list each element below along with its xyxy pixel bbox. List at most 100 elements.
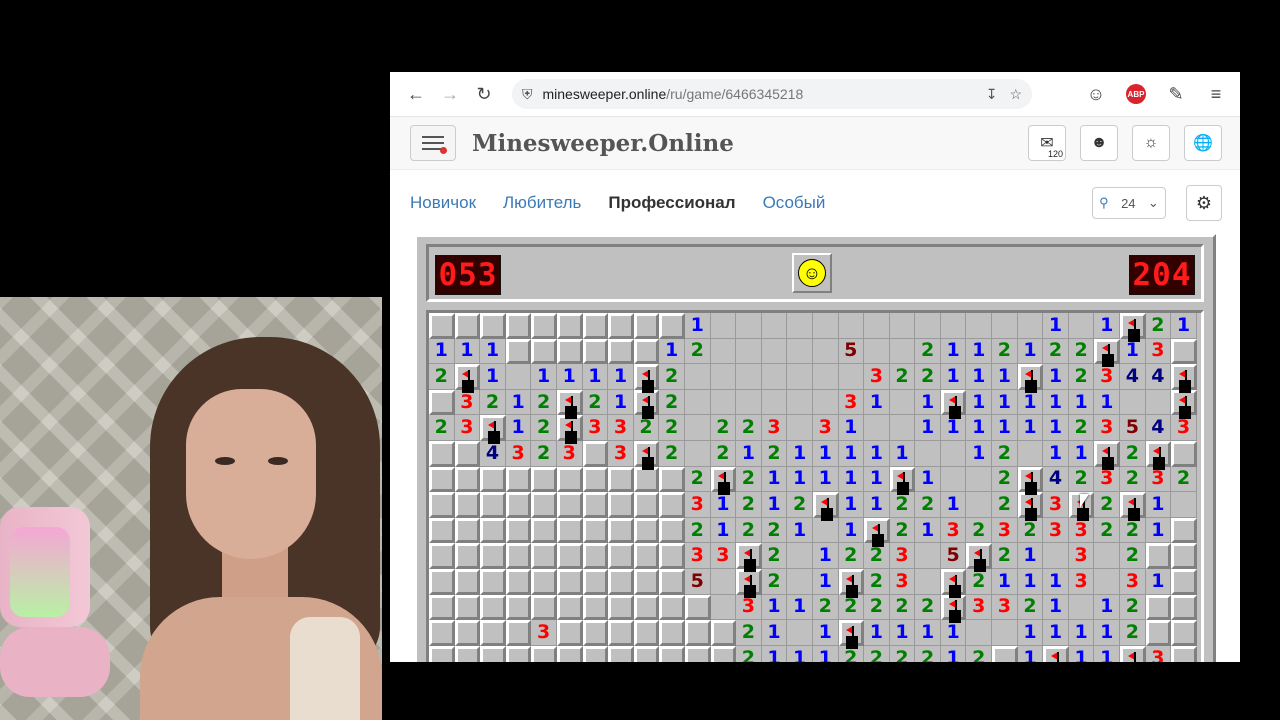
cell-number[interactable]: 5 <box>838 338 865 365</box>
cell-number[interactable]: 2 <box>864 568 890 595</box>
cell-open[interactable] <box>812 517 839 544</box>
cell-hidden[interactable] <box>633 620 660 646</box>
cell-open[interactable] <box>787 338 813 365</box>
cell-hidden[interactable] <box>454 543 481 569</box>
cell-number[interactable]: 1 <box>582 364 609 390</box>
cell-number[interactable]: 2 <box>1120 620 1146 646</box>
cell-number[interactable]: 1 <box>531 364 557 390</box>
cell-open[interactable] <box>812 389 839 416</box>
cell-number[interactable]: 1 <box>812 568 839 595</box>
cell-hidden[interactable] <box>556 313 583 339</box>
cell-number[interactable]: 3 <box>582 415 609 441</box>
cell-number[interactable]: 2 <box>710 440 737 467</box>
star-icon[interactable]: ☆ <box>1009 86 1022 103</box>
download-icon[interactable]: ↧ <box>986 86 998 103</box>
cell-number[interactable]: 2 <box>915 492 941 518</box>
cell-number[interactable]: 2 <box>992 492 1018 518</box>
cell-number[interactable]: 1 <box>915 466 941 493</box>
cell-open[interactable] <box>787 313 813 339</box>
cell-hidden[interactable] <box>684 645 711 662</box>
cell-open[interactable] <box>812 364 839 390</box>
cell-hidden[interactable] <box>556 568 583 595</box>
cell-hidden[interactable] <box>1171 594 1197 621</box>
cell-number[interactable]: 3 <box>812 415 839 441</box>
cell-flagged[interactable] <box>736 543 762 569</box>
cell-open[interactable] <box>684 415 711 441</box>
cell-number[interactable]: 3 <box>1043 517 1069 544</box>
cell-hidden[interactable] <box>710 620 737 646</box>
cell-number[interactable]: 1 <box>429 338 455 365</box>
cell-number[interactable]: 2 <box>889 492 916 518</box>
cell-number[interactable]: 1 <box>864 492 890 518</box>
cell-hidden[interactable] <box>1145 620 1172 646</box>
cell-number[interactable]: 1 <box>505 415 532 441</box>
cell-number[interactable]: 3 <box>889 543 916 569</box>
cell-open[interactable] <box>940 313 967 339</box>
cell-number[interactable]: 2 <box>966 517 993 544</box>
extensions-icon[interactable]: ✎ <box>1160 78 1192 110</box>
cell-hidden[interactable] <box>454 517 481 544</box>
cell-hidden[interactable] <box>608 517 634 544</box>
cell-number[interactable]: 2 <box>889 645 916 662</box>
cell-number[interactable]: 2 <box>1094 492 1121 518</box>
cell-number[interactable]: 1 <box>966 389 993 416</box>
cell-hidden[interactable] <box>454 645 481 662</box>
cell-number[interactable]: 1 <box>915 415 941 441</box>
cell-number[interactable]: 1 <box>1043 568 1069 595</box>
cell-hidden[interactable] <box>505 568 532 595</box>
cell-flagged[interactable] <box>940 594 967 621</box>
cell-hidden[interactable] <box>429 543 455 569</box>
cell-open[interactable] <box>787 364 813 390</box>
cell-number[interactable]: 3 <box>684 492 711 518</box>
cell-number[interactable]: 2 <box>992 466 1018 493</box>
cell-hidden[interactable] <box>684 620 711 646</box>
cell-hidden[interactable] <box>505 594 532 621</box>
cell-number[interactable]: 3 <box>1094 364 1121 390</box>
cell-open[interactable] <box>761 313 788 339</box>
cell-hidden[interactable] <box>608 338 634 365</box>
cell-hidden[interactable] <box>659 645 685 662</box>
cell-number[interactable]: 2 <box>1068 364 1095 390</box>
cell-number[interactable]: 3 <box>1171 415 1197 441</box>
cell-number[interactable]: 1 <box>812 620 839 646</box>
cell-hidden[interactable] <box>480 492 506 518</box>
cell-number[interactable]: 1 <box>1043 620 1069 646</box>
cell-number[interactable]: 1 <box>889 440 916 467</box>
cell-number[interactable]: 1 <box>1017 415 1044 441</box>
cell-number[interactable]: 2 <box>684 466 711 493</box>
cell-number[interactable]: 3 <box>1068 517 1095 544</box>
cell-hidden[interactable] <box>505 492 532 518</box>
cell-hidden[interactable] <box>531 517 557 544</box>
cell-hidden[interactable] <box>556 645 583 662</box>
cell-number[interactable]: 1 <box>761 594 788 621</box>
cell-number[interactable]: 1 <box>940 620 967 646</box>
cell-number[interactable]: 3 <box>1145 645 1172 662</box>
cell-number[interactable]: 1 <box>710 517 737 544</box>
cell-open[interactable] <box>966 466 993 493</box>
cell-number[interactable]: 1 <box>1068 389 1095 416</box>
cell-hidden[interactable] <box>429 645 455 662</box>
cell-open[interactable] <box>889 389 916 416</box>
cell-open[interactable] <box>761 389 788 416</box>
cell-number[interactable]: 1 <box>1043 415 1069 441</box>
cell-flagged[interactable] <box>838 620 865 646</box>
cell-number[interactable]: 2 <box>659 415 685 441</box>
cell-open[interactable] <box>1017 313 1044 339</box>
cell-open[interactable] <box>736 338 762 365</box>
cell-hidden[interactable] <box>480 466 506 493</box>
cell-hidden[interactable] <box>454 594 481 621</box>
cell-hidden[interactable] <box>608 568 634 595</box>
cell-number[interactable]: 3 <box>1094 415 1121 441</box>
cell-open[interactable] <box>812 313 839 339</box>
cell-hidden[interactable] <box>505 338 532 365</box>
cell-hidden[interactable] <box>633 517 660 544</box>
cell-hidden[interactable] <box>659 543 685 569</box>
cell-hidden[interactable] <box>1171 440 1197 467</box>
cell-number[interactable]: 2 <box>659 364 685 390</box>
cell-hidden[interactable] <box>659 517 685 544</box>
cell-flagged[interactable] <box>889 466 916 493</box>
cell-number[interactable]: 3 <box>992 517 1018 544</box>
cell-number[interactable]: 1 <box>608 364 634 390</box>
cell-hidden[interactable] <box>659 466 685 493</box>
cell-hidden[interactable] <box>1171 517 1197 544</box>
